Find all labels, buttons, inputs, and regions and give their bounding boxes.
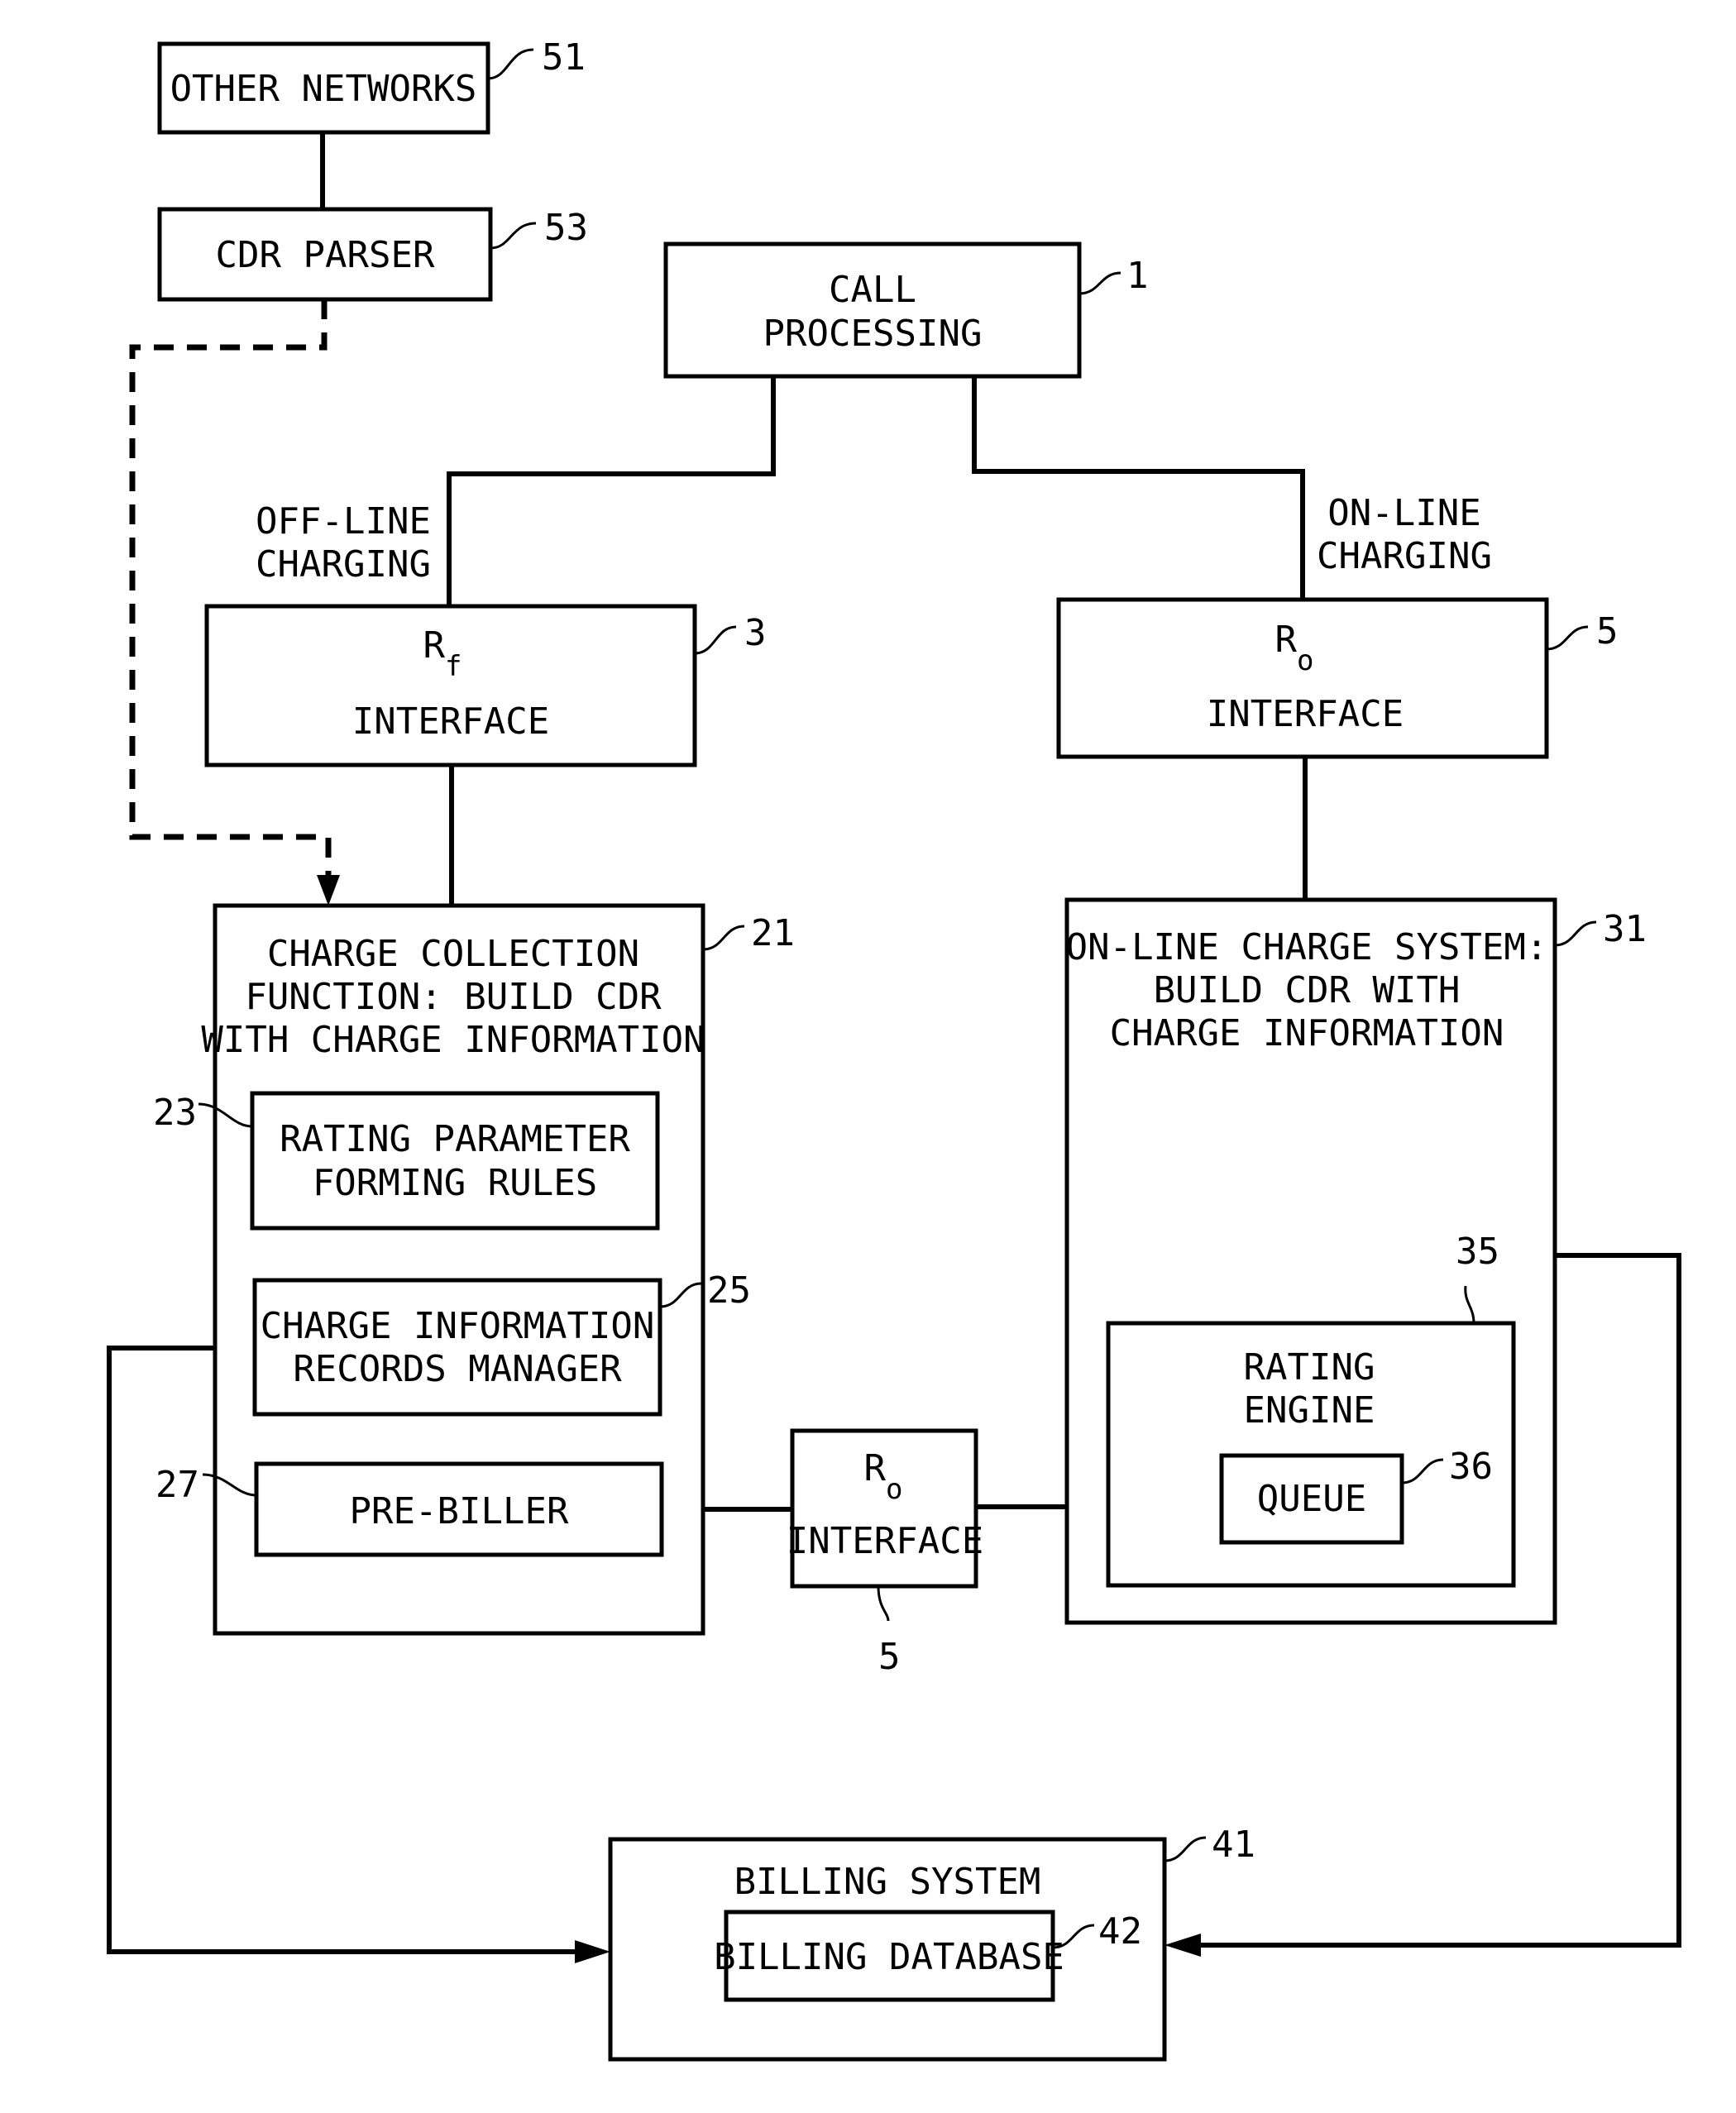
ocs-label-line2: BUILD CDR WITH — [1154, 969, 1461, 1011]
billing-system-label: BILLING SYSTEM — [734, 1861, 1041, 1903]
ref-53: 53 — [544, 207, 588, 249]
pre-biller-label: PRE-BILLER — [350, 1490, 569, 1532]
ref-25: 25 — [707, 1269, 751, 1312]
call-processing-block: CALL PROCESSING 1 — [663, 241, 1149, 379]
records-manager-label-line1: CHARGE INFORMATION — [261, 1305, 655, 1347]
call-processing-label-line1: CALL — [829, 269, 916, 311]
online-charging-label-line2: CHARGING — [1317, 535, 1492, 577]
charging-architecture-diagram: OTHER NETWORKS 51 CDR PARSER 53 CALL PRO… — [107, 36, 1681, 2062]
cdr-parser-label: CDR PARSER — [216, 234, 435, 276]
dashed-connector-parser-to-ccf — [129, 299, 332, 877]
ro-interface-bottom-block: Ro INTERFACE 5 — [787, 1428, 983, 1678]
offline-charging-label-line1: OFF-LINE — [256, 500, 431, 543]
ro-top-symbol-subscript: o — [1297, 644, 1313, 677]
ref-21: 21 — [751, 912, 795, 954]
arrowhead-into-billing-right — [1165, 1934, 1201, 1957]
ref-41: 41 — [1212, 1824, 1255, 1866]
ro-top-interface-label: INTERFACE — [1207, 693, 1404, 735]
ro-bottom-symbol-main: R — [864, 1447, 887, 1489]
dashed-arrowhead — [317, 875, 340, 906]
ref-27: 27 — [155, 1464, 199, 1506]
rf-symbol-subscript: f — [445, 650, 461, 683]
ocs-label-line3: CHARGE INFORMATION — [1110, 1012, 1504, 1054]
rating-engine-label-line2: ENGINE — [1244, 1389, 1375, 1432]
other-networks-label: OTHER NETWORKS — [170, 68, 477, 110]
ref-23: 23 — [153, 1092, 197, 1134]
ref-51: 51 — [542, 36, 586, 79]
connector-callproc-to-rf — [447, 376, 776, 606]
connector-callproc-to-ro — [972, 376, 1305, 600]
ccf-label-line2: FUNCTION: BUILD CDR — [245, 976, 662, 1018]
ro-interface-top-block: Ro INTERFACE 5 — [1056, 597, 1619, 759]
ocs-label-line1: ON-LINE CHARGE SYSTEM: — [1066, 926, 1548, 968]
ccf-label-line1: CHARGE COLLECTION — [267, 933, 639, 975]
rating-parameter-label-line2: FORMING RULES — [313, 1162, 597, 1204]
ro-bottom-interface-label: INTERFACE — [787, 1520, 983, 1562]
records-manager-label-line2: RECORDS MANAGER — [293, 1348, 622, 1390]
ref-1: 1 — [1126, 255, 1149, 297]
ref-35: 35 — [1456, 1231, 1499, 1273]
ref-31: 31 — [1603, 908, 1647, 950]
online-charging-label-line1: ON-LINE — [1327, 492, 1480, 534]
rf-symbol-main: R — [423, 624, 446, 667]
ref-5-bottom: 5 — [878, 1636, 901, 1678]
rating-parameter-label-line1: RATING PARAMETER — [280, 1118, 630, 1160]
billing-database-label: BILLING DATABASE — [714, 1936, 1064, 1978]
queue-label: QUEUE — [1257, 1478, 1366, 1520]
rf-interface-block: Rf INTERFACE 3 — [204, 604, 767, 767]
ref-36: 36 — [1449, 1446, 1493, 1488]
rf-interface-label: INTERFACE — [352, 700, 549, 743]
rating-engine-label-line1: RATING — [1244, 1346, 1375, 1389]
ref-3: 3 — [744, 612, 767, 654]
ro-top-symbol-main: R — [1275, 619, 1298, 661]
arrowhead-into-billing-left — [575, 1940, 610, 1963]
ccf-label-line3: WITH CHARGE INFORMATION — [201, 1019, 705, 1061]
ref-5-top: 5 — [1596, 610, 1619, 653]
cdr-parser-block: CDR PARSER 53 — [157, 207, 588, 302]
ref-42: 42 — [1098, 1910, 1142, 1953]
call-processing-label-line2: PROCESSING — [763, 313, 983, 355]
other-networks-block: OTHER NETWORKS 51 — [157, 36, 586, 135]
offline-charging-label-line2: CHARGING — [256, 543, 431, 586]
ro-bottom-symbol-subscript: o — [886, 1473, 902, 1506]
